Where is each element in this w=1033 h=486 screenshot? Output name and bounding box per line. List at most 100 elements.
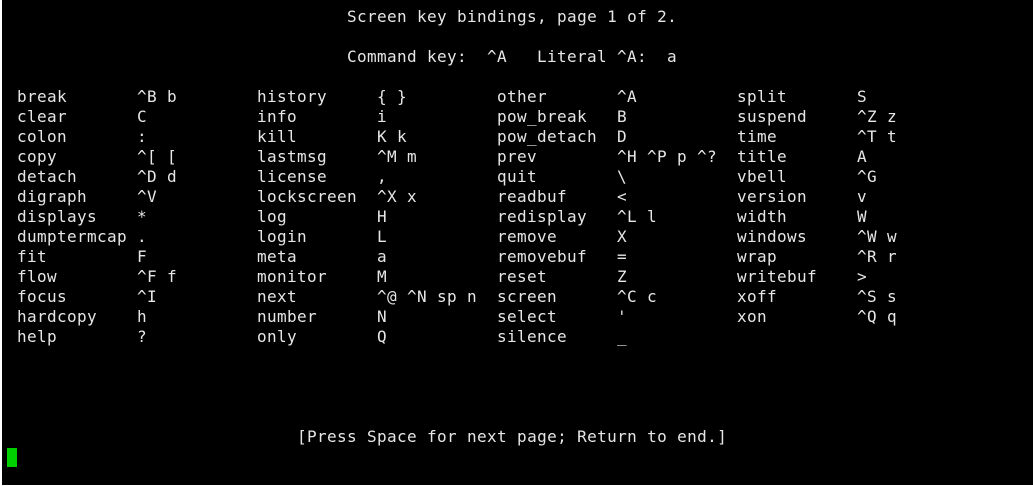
binding-command: focus xyxy=(17,287,68,306)
binding-key: , xyxy=(377,167,388,186)
binding-key: > xyxy=(857,267,868,286)
binding-key: ^H ^P p ^? xyxy=(617,147,718,166)
binding-command: windows xyxy=(737,227,808,246)
binding-command: readbuf xyxy=(497,187,568,206)
binding-command: hardcopy xyxy=(17,307,98,326)
binding-key: ^Q q xyxy=(857,307,898,326)
binding-command: xoff xyxy=(737,287,778,306)
binding-key: _ xyxy=(617,327,628,346)
binding-command: info xyxy=(257,107,298,126)
binding-command: dumptermcap xyxy=(17,227,128,246)
page-title: Screen key bindings, page 1 of 2. xyxy=(347,7,678,26)
footer-prompt: [Press Space for next page; Return to en… xyxy=(297,427,728,446)
binding-key: ^V xyxy=(137,187,158,206)
binding-command: fit xyxy=(17,247,48,266)
binding-key: ^[ [ xyxy=(137,147,178,166)
binding-key: ^W w xyxy=(857,227,898,246)
binding-key: \ xyxy=(617,167,628,186)
binding-command: vbell xyxy=(737,167,788,186)
binding-command: width xyxy=(737,207,788,226)
command-key-value: ^A xyxy=(487,47,508,66)
binding-key: ^C c xyxy=(617,287,658,306)
binding-key: ^X x xyxy=(377,187,418,206)
binding-key: : xyxy=(137,127,148,146)
binding-key: ? xyxy=(137,327,148,346)
binding-command: copy xyxy=(17,147,58,166)
binding-key: ^F f xyxy=(137,267,178,286)
binding-command: quit xyxy=(497,167,538,186)
binding-key: C xyxy=(137,107,148,126)
binding-command: monitor xyxy=(257,267,328,286)
binding-command: select xyxy=(497,307,558,326)
binding-command: break xyxy=(17,87,68,106)
binding-command: version xyxy=(737,187,808,206)
binding-command: lockscreen xyxy=(257,187,358,206)
binding-key: ^L l xyxy=(617,207,658,226)
binding-key: ^R r xyxy=(857,247,898,266)
binding-key: ^M m xyxy=(377,147,418,166)
binding-key: * xyxy=(137,207,148,226)
binding-key: ^T t xyxy=(857,127,898,146)
binding-command: redisplay xyxy=(497,207,588,226)
binding-command: next xyxy=(257,287,298,306)
binding-command: detach xyxy=(17,167,78,186)
binding-command: silence xyxy=(497,327,568,346)
binding-key: v xyxy=(857,187,868,206)
binding-command: title xyxy=(737,147,788,166)
binding-key: A xyxy=(857,147,868,166)
binding-key: ^A xyxy=(617,87,638,106)
binding-key: ^D d xyxy=(137,167,178,186)
binding-command: login xyxy=(257,227,308,246)
terminal-window[interactable]: Screen key bindings, page 1 of 2. Comman… xyxy=(2,0,1033,485)
binding-key: X xyxy=(617,227,628,246)
binding-key: L xyxy=(377,227,388,246)
text-cursor xyxy=(7,448,17,467)
binding-command: remove xyxy=(497,227,558,246)
binding-key: S xyxy=(857,87,868,106)
binding-key: h xyxy=(137,307,148,326)
binding-key: K k xyxy=(377,127,408,146)
binding-command: other xyxy=(497,87,548,106)
binding-key: Z xyxy=(617,267,628,286)
binding-key: ^G xyxy=(857,167,878,186)
binding-key: < xyxy=(617,187,628,206)
binding-key: W xyxy=(857,207,868,226)
binding-key: F xyxy=(137,247,148,266)
binding-command: number xyxy=(257,307,318,326)
binding-command: time xyxy=(737,127,778,146)
binding-key: M xyxy=(377,267,388,286)
binding-command: help xyxy=(17,327,58,346)
binding-command: digraph xyxy=(17,187,88,206)
literal-key-label: Literal ^A: xyxy=(537,47,648,66)
binding-key: ^@ ^N sp n xyxy=(377,287,478,306)
binding-key: D xyxy=(617,127,628,146)
binding-command: reset xyxy=(497,267,548,286)
binding-command: pow_break xyxy=(497,107,588,126)
binding-key: = xyxy=(617,247,628,266)
binding-key: ^I xyxy=(137,287,158,306)
binding-command: colon xyxy=(17,127,68,146)
binding-key: ^Z z xyxy=(857,107,898,126)
binding-command: history xyxy=(257,87,328,106)
binding-command: pow_detach xyxy=(497,127,598,146)
binding-command: license xyxy=(257,167,328,186)
binding-command: only xyxy=(257,327,298,346)
binding-command: displays xyxy=(17,207,98,226)
binding-key: ' xyxy=(617,307,628,326)
binding-key: ^B b xyxy=(137,87,178,106)
binding-key: N xyxy=(377,307,388,326)
binding-command: writebuf xyxy=(737,267,818,286)
command-key-label: Command key: xyxy=(347,47,468,66)
binding-command: meta xyxy=(257,247,298,266)
binding-command: prev xyxy=(497,147,538,166)
binding-command: screen xyxy=(497,287,558,306)
binding-command: log xyxy=(257,207,288,226)
binding-key: . xyxy=(137,227,148,246)
literal-key-value: a xyxy=(667,47,678,66)
binding-key: H xyxy=(377,207,388,226)
binding-key: a xyxy=(377,247,388,266)
binding-key: ^S s xyxy=(857,287,898,306)
binding-key: i xyxy=(377,107,388,126)
binding-key: Q xyxy=(377,327,388,346)
binding-command: suspend xyxy=(737,107,808,126)
